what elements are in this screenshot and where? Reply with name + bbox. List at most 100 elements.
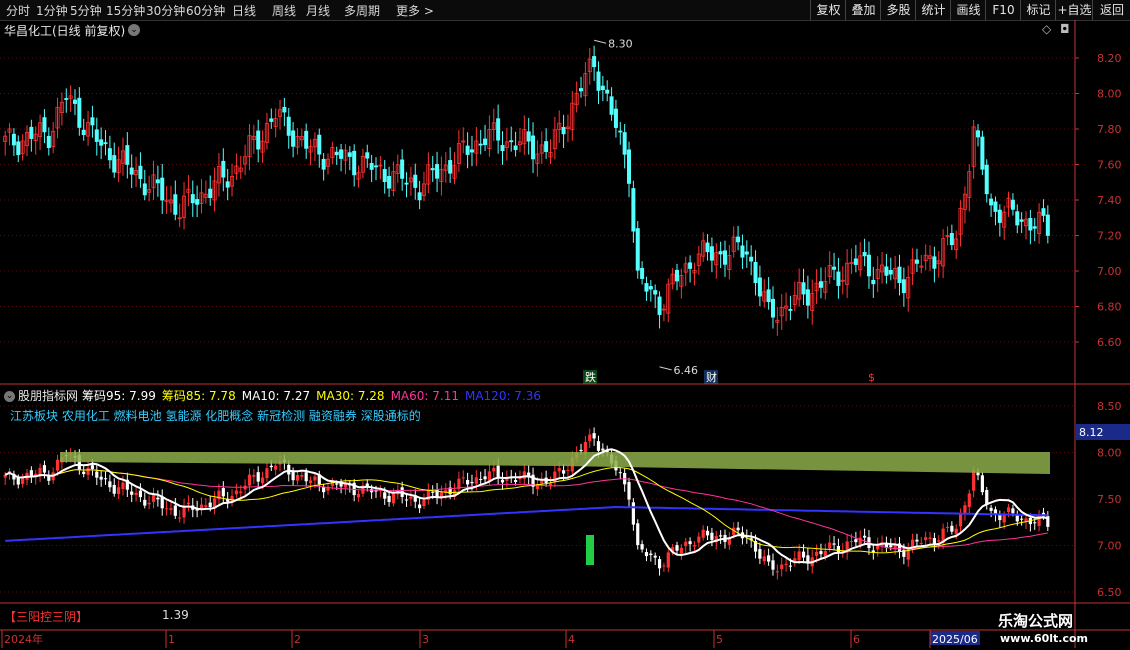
- candle-body: [483, 138, 488, 146]
- ind-candle-body: [164, 508, 169, 510]
- ind-candle-body: [832, 543, 836, 545]
- candle-body: [627, 149, 632, 184]
- indicator-name: 股朋指标网: [18, 389, 79, 403]
- y-tick-label: 7.20: [1097, 230, 1122, 243]
- ind-candle-body: [583, 441, 587, 454]
- candle-body: [997, 209, 1002, 223]
- ind-candle-body: [16, 477, 20, 485]
- candle-body: [592, 56, 597, 68]
- ind-candle-body: [42, 465, 47, 473]
- event-marker: $: [868, 371, 875, 384]
- ind-candle-body: [657, 559, 662, 569]
- candle-body: [836, 271, 841, 286]
- ind-candle-body: [889, 545, 893, 548]
- ind-candle-body: [103, 478, 108, 480]
- candle-body: [1041, 208, 1046, 216]
- ind-candle-body: [640, 544, 644, 550]
- candle-body: [221, 160, 226, 178]
- candle-body: [513, 145, 518, 151]
- ma30-line: [4, 466, 1048, 554]
- ind-candle-body: [767, 555, 771, 562]
- candle-body: [64, 98, 69, 100]
- ind-candle-body: [579, 449, 583, 452]
- high-pointer: [593, 39, 607, 44]
- ind-candle-body: [269, 465, 273, 468]
- high-label: 8.30: [608, 37, 633, 50]
- ind-candle-body: [710, 532, 714, 540]
- ind-candle-body: [474, 477, 478, 484]
- candle-body: [478, 143, 483, 146]
- indicator-tick-label: 8.00: [1097, 447, 1122, 460]
- ind-candle-body: [950, 525, 954, 532]
- candle-body: [544, 141, 549, 152]
- candle-body: [579, 88, 584, 92]
- candle-body: [509, 140, 514, 143]
- candle-body: [722, 250, 727, 265]
- candle-body: [81, 129, 86, 136]
- price-chart[interactable]: 8.20 8.00 7.80 7.60 7.40 7.20 7.00 6.80 6.60 8.50…: [0, 0, 1130, 650]
- ind-candle-body: [937, 540, 941, 542]
- candle-body: [871, 279, 876, 285]
- candle-body: [1015, 211, 1020, 226]
- ind-candle-body: [928, 537, 932, 539]
- ind-candle-body: [697, 536, 701, 543]
- candle-body: [770, 298, 775, 318]
- candle-body: [103, 142, 108, 145]
- ind-candle-body: [186, 502, 191, 505]
- candle-body: [753, 261, 758, 284]
- current-price-label: 8.12: [1079, 426, 1104, 439]
- ind-candle-body: [130, 491, 134, 495]
- ind-candle-body: [335, 483, 339, 485]
- y-tick-label: 6.60: [1097, 336, 1122, 349]
- ind-candle-body: [99, 476, 103, 480]
- bottom-indicator-name[interactable]: 【三阳控三阴】: [4, 608, 88, 625]
- candle-body: [866, 254, 871, 277]
- indicator-tick-label: 6.50: [1097, 586, 1122, 599]
- ind-candle-body: [919, 542, 923, 544]
- candle-body: [1045, 214, 1050, 236]
- candle-body: [448, 160, 453, 174]
- ind-candle-body: [1033, 522, 1037, 524]
- ind-candle-body: [1037, 514, 1041, 526]
- ind-candle-body: [666, 552, 670, 568]
- ind-candle-body: [55, 459, 60, 471]
- candle-body: [718, 251, 723, 255]
- ind-candle-body: [308, 480, 313, 484]
- candle-body: [832, 266, 837, 270]
- ind-candle-body: [466, 480, 470, 485]
- candle-body: [526, 131, 531, 142]
- time-label: 1: [168, 633, 175, 646]
- indicator-item-2: MA10: 7.27: [241, 389, 311, 403]
- candle-body: [709, 246, 714, 261]
- candle-body: [648, 286, 653, 290]
- ind-candle-body: [265, 468, 269, 479]
- candle-body: [801, 282, 806, 295]
- ind-candle-body: [758, 549, 762, 559]
- ind-candle-body: [566, 470, 570, 472]
- y-tick-label: 7.00: [1097, 265, 1122, 278]
- candle-body: [208, 188, 213, 199]
- ind-candle-body: [38, 467, 42, 476]
- event-marker: 跌: [585, 370, 596, 384]
- candle-body: [46, 135, 51, 148]
- ind-candle-body: [112, 484, 116, 494]
- ind-candle-body: [431, 491, 435, 493]
- candle-body: [657, 296, 662, 315]
- candle-body: [125, 145, 130, 165]
- indicator-item-5: MA120: 7.36: [464, 389, 542, 403]
- candle-body: [387, 176, 392, 189]
- ind-candle-body: [819, 551, 823, 555]
- candle-body: [282, 106, 287, 113]
- candle-body: [256, 130, 261, 150]
- ind-candle-body: [561, 470, 566, 474]
- ind-candle-body: [775, 571, 779, 573]
- candle-body: [72, 99, 77, 104]
- candle-body: [1032, 226, 1037, 229]
- candle-body: [269, 118, 274, 122]
- candle-body: [1010, 199, 1015, 210]
- ind-candle-body: [300, 475, 304, 477]
- indicator-collapse-icon[interactable]: ⌄: [4, 387, 15, 402]
- ind-candle-body: [461, 477, 465, 479]
- y-tick-label: 7.80: [1097, 123, 1122, 136]
- candle-body: [413, 174, 418, 188]
